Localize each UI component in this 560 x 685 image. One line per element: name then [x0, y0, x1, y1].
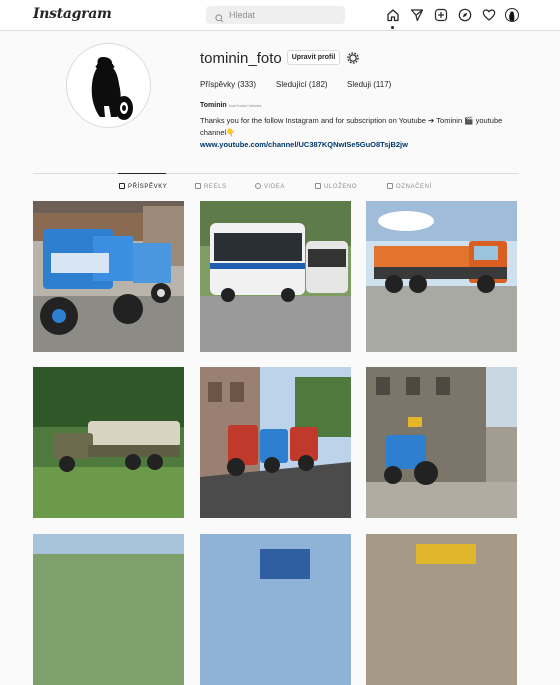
post-thumbnail[interactable] — [33, 367, 184, 518]
post-thumbnail[interactable] — [33, 201, 184, 352]
post-thumbnail[interactable] — [200, 201, 351, 352]
tab-saved[interactable]: ULOŽENO — [315, 183, 357, 190]
post-thumbnail[interactable] — [366, 534, 517, 685]
bookmark-icon — [315, 183, 321, 189]
posts-count: Příspěvky (333) — [200, 80, 257, 89]
new-post-icon[interactable] — [434, 8, 448, 22]
profile-username: tominin_foto — [200, 50, 282, 67]
post-thumbnail[interactable] — [366, 201, 517, 352]
post-thumbnail[interactable] — [366, 367, 517, 518]
display-name-text: Tominin — [200, 102, 227, 109]
video-icon — [255, 183, 261, 189]
reels-icon — [195, 183, 201, 189]
active-tab-indicator — [118, 173, 166, 174]
tagged-user-icon — [387, 183, 393, 189]
display-name-subtitle: truck"tractor"vehicles — [228, 104, 262, 108]
explore-compass-icon[interactable] — [458, 8, 472, 22]
followers-count-link[interactable]: Sledující (182) — [276, 80, 328, 89]
post-thumbnail[interactable] — [33, 534, 184, 685]
tab-tagged[interactable]: OZNAČENÍ — [387, 183, 432, 190]
following-count-link[interactable]: Sleduji (117) — [347, 80, 391, 89]
tab-videos[interactable]: VIDEA — [255, 183, 285, 190]
tab-reels[interactable]: REELS — [195, 183, 227, 190]
activity-heart-icon[interactable] — [482, 8, 496, 22]
profile-website-link[interactable]: www.youtube.com/channel/UC387KQNwISe5GuO… — [200, 140, 408, 149]
home-icon[interactable] — [386, 8, 400, 22]
tab-videos-label: VIDEA — [264, 184, 286, 190]
tabs-divider — [33, 173, 519, 174]
grid-icon — [119, 183, 125, 189]
profile-avatar-small[interactable] — [505, 8, 519, 22]
top-navigation-bar: Instagram — [0, 0, 560, 31]
profile-display-name: Tominin truck"tractor"vehicles — [200, 102, 261, 109]
direct-messages-icon[interactable] — [410, 8, 424, 22]
post-thumbnail[interactable] — [200, 534, 351, 685]
search-input[interactable] — [229, 6, 339, 24]
tab-tagged-label: OZNAČENÍ — [396, 184, 432, 190]
profile-picture[interactable] — [66, 43, 151, 128]
search-box[interactable] — [206, 6, 345, 24]
tab-saved-label: ULOŽENO — [324, 184, 358, 190]
instagram-logo[interactable]: Instagram — [33, 6, 112, 22]
edit-profile-button[interactable]: Upravit profil — [287, 50, 340, 65]
active-page-indicator — [391, 26, 394, 29]
tab-posts[interactable]: PŘÍSPĚVKY — [119, 183, 167, 190]
tab-reels-label: REELS — [204, 184, 227, 190]
settings-gear-icon[interactable] — [347, 51, 359, 69]
profile-bio: Thanks you for the follow Instagram and … — [200, 116, 503, 137]
post-thumbnail[interactable] — [200, 367, 351, 518]
search-icon — [215, 10, 224, 28]
tab-posts-label: PŘÍSPĚVKY — [128, 184, 168, 190]
